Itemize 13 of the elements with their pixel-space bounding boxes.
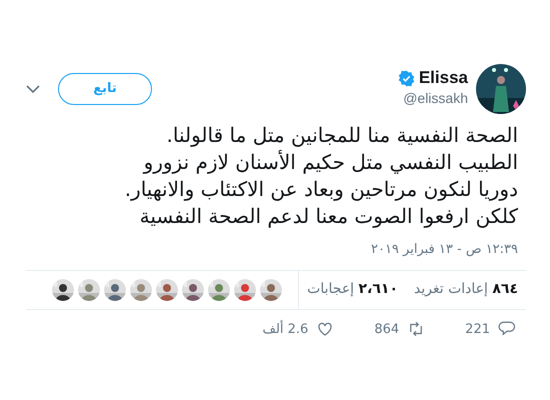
stat-count: ٢،٦١٠ إعجابات [307, 280, 398, 299]
like-icon[interactable] [316, 320, 334, 338]
like-count: 2.6 ألف [262, 320, 308, 338]
stat-count: ٨٦٤ إعادات تغريد [414, 280, 518, 299]
reply-icon[interactable] [498, 320, 516, 338]
reply-count: 221 [465, 320, 490, 338]
user-handle: @elissakh [402, 88, 468, 108]
user-name: Elissa [418, 69, 468, 88]
tweet-text: الصحة النفسية منا للمجانين متل ما قالولنا. الطبيب النفسي متل حكيم الأسنان لازم نزورو دوريا لنكون مرتاحين وبعاد عن الاكتئاب والانهيار. كلكن ارفعوا الصوت معنا لدعم الصحة النفسية [124, 122, 519, 230]
tweet-timestamp: ١٢:٣٩ ص - ١٣ فبراير ٢٠١٩ [370, 241, 519, 259]
retweet-count: 864 [374, 320, 400, 338]
follow-button[interactable]: تابع [58, 73, 152, 105]
chevron-down-icon[interactable] [26, 84, 40, 94]
